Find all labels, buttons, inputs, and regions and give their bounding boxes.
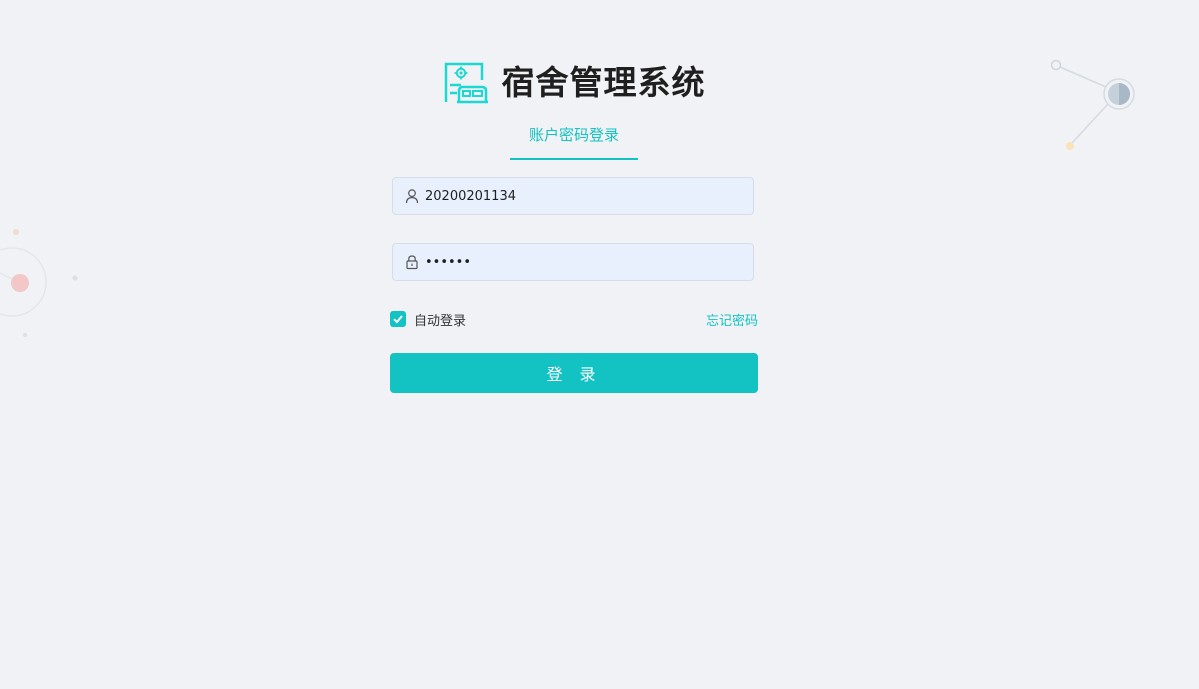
checkbox-checked-icon[interactable] xyxy=(390,311,406,327)
tab-account-password[interactable]: 账户密码登录 xyxy=(510,122,638,148)
login-button[interactable]: 登 录 xyxy=(390,353,758,393)
login-tabs: 账户密码登录 xyxy=(510,122,638,160)
forgot-password-link[interactable]: 忘记密码 xyxy=(706,310,758,329)
app-header: 宿舍管理系统 xyxy=(0,60,1147,106)
lock-icon xyxy=(404,254,420,270)
password-input[interactable] xyxy=(425,244,753,280)
username-field[interactable] xyxy=(392,177,754,215)
auto-login-checkbox[interactable]: 自动登录 xyxy=(390,310,466,329)
login-options: 自动登录 忘记密码 xyxy=(390,309,758,329)
user-icon xyxy=(404,188,420,204)
dormitory-logo-icon xyxy=(444,62,488,104)
left-circle-decoration xyxy=(0,229,78,337)
username-input[interactable] xyxy=(425,178,753,214)
tab-active-indicator xyxy=(510,158,638,160)
auto-login-label: 自动登录 xyxy=(414,313,467,329)
password-field[interactable] xyxy=(392,243,754,281)
app-title: 宿舍管理系统 xyxy=(501,63,706,102)
